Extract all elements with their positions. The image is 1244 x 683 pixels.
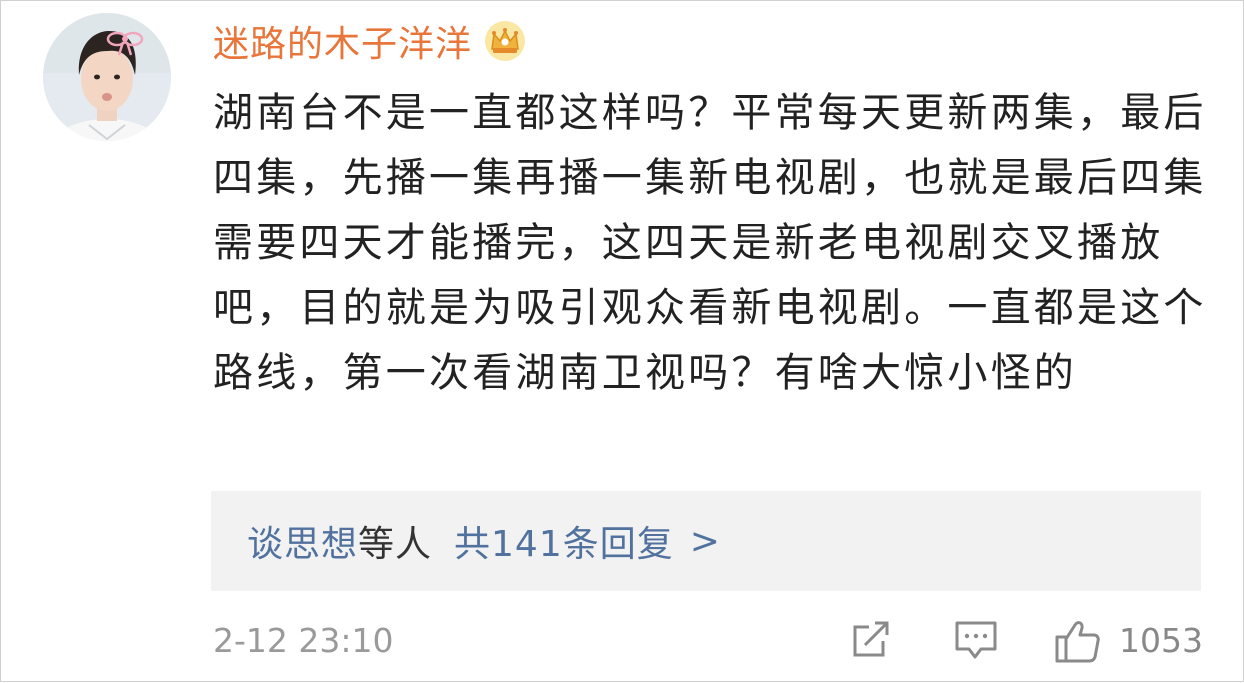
share-icon[interactable] (849, 617, 893, 665)
like-count: 1053 (1119, 621, 1203, 660)
comment-icon[interactable] (953, 617, 999, 667)
user-avatar[interactable] (43, 13, 171, 141)
crown-badge-icon[interactable] (484, 20, 526, 62)
username-row: 迷路的木子洋洋 (213, 15, 526, 67)
reply-user-link[interactable]: 谈思想 (247, 515, 358, 567)
comment-item: 迷路的木子洋洋 湖南台不是一直都这样吗？平常每天更新两集，最后四集，先播一集再播… (1, 1, 1244, 683)
thumbs-up-icon[interactable] (1053, 617, 1101, 669)
comment-text: 湖南台不是一直都这样吗？平常每天更新两集，最后四集，先播一集再播一集新电视剧，也… (213, 90, 1207, 396)
username-link[interactable]: 迷路的木子洋洋 (213, 15, 472, 67)
comment-footer: 2-12 23:10 1053 (213, 613, 1203, 671)
replies-preview[interactable]: 谈思想 等人 共141条回复 > (211, 491, 1201, 591)
comment-timestamp: 2-12 23:10 (213, 621, 394, 660)
reply-suffix: 等人 (358, 524, 433, 565)
chevron-right-icon[interactable]: > (690, 521, 721, 562)
reply-count-link[interactable]: 共141条回复 (454, 515, 674, 567)
